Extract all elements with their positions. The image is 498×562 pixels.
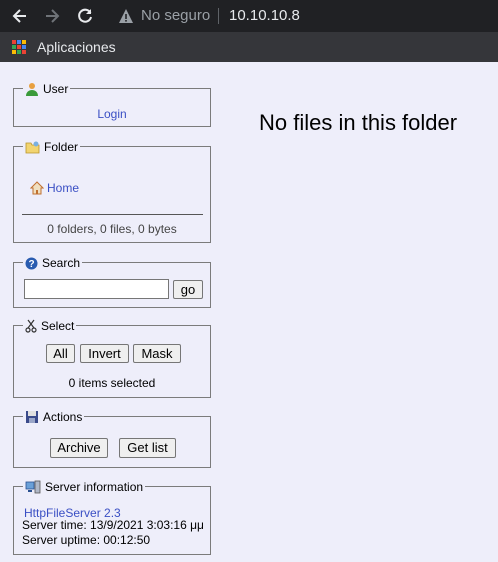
user-panel: User Login [13, 81, 211, 127]
select-panel-legend: Select [23, 318, 77, 334]
server-time: Server time: 13/9/2021 3:03:16 μμ [22, 518, 204, 532]
go-button[interactable]: go [173, 280, 203, 299]
folder-icon [25, 141, 40, 154]
select-panel-title: Select [41, 319, 75, 333]
address-bar[interactable]: No seguro 10.10.10.8 [108, 4, 494, 28]
folder-panel-title: Folder [44, 140, 79, 154]
server-icon [25, 480, 41, 494]
search-panel-title: Search [42, 256, 81, 270]
archive-button[interactable]: Archive [50, 438, 108, 458]
folder-summary: 0 folders, 0 files, 0 bytes [47, 222, 177, 236]
user-icon [26, 83, 38, 96]
svg-text:?: ? [28, 259, 34, 270]
help-icon: ? [25, 257, 38, 270]
browser-toolbar: No seguro 10.10.10.8 [0, 0, 498, 32]
warning-icon[interactable] [118, 8, 134, 24]
actions-panel-legend: Actions [23, 409, 85, 425]
back-arrow-icon[interactable] [10, 6, 30, 26]
actions-panel-title: Actions [43, 410, 83, 424]
scissors-icon [25, 319, 37, 333]
login-link[interactable]: Login [97, 107, 126, 121]
folder-divider [22, 214, 203, 215]
select-panel: Select All Invert Mask 0 items selected [13, 318, 211, 398]
server-uptime: Server uptime: 00:12:50 [22, 533, 151, 547]
user-panel-legend: User [23, 81, 71, 97]
search-panel-legend: ? Search [23, 255, 83, 271]
get-list-button[interactable]: Get list [119, 438, 176, 458]
actions-panel: Actions Archive Get list [13, 409, 211, 468]
server-info-panel: Server information HttpFileServer 2.3 Se… [13, 479, 211, 555]
server-panel-title: Server information [45, 480, 144, 494]
search-input[interactable] [24, 279, 169, 299]
mask-button[interactable]: Mask [133, 344, 181, 363]
invert-button[interactable]: Invert [80, 344, 129, 363]
page-content: User Login Folder Home 0 folders, 0 file… [0, 62, 498, 562]
selection-status: 0 items selected [68, 376, 156, 390]
reload-icon[interactable] [75, 6, 95, 26]
forward-arrow-icon[interactable] [42, 6, 62, 26]
address-divider [218, 8, 219, 24]
server-panel-legend: Server information [23, 479, 146, 495]
empty-folder-message: No files in this folder [259, 110, 458, 135]
apps-grid-icon[interactable] [12, 40, 26, 54]
home-link[interactable]: Home [47, 181, 79, 195]
home-icon [30, 181, 44, 195]
folder-panel: Folder Home 0 folders, 0 files, 0 bytes [13, 139, 211, 243]
home-link-wrap[interactable]: Home [30, 181, 79, 195]
search-panel: ? Search go [13, 255, 211, 308]
url-text[interactable]: 10.10.10.8 [229, 7, 300, 24]
select-all-button[interactable]: All [46, 344, 75, 363]
user-panel-title: User [43, 82, 69, 96]
bookmark-apps[interactable]: Aplicaciones [37, 39, 116, 55]
bookmarks-bar: Aplicaciones [0, 32, 498, 62]
save-disk-icon [26, 411, 38, 423]
folder-panel-legend: Folder [23, 139, 81, 155]
security-status-label[interactable]: No seguro [141, 7, 210, 24]
